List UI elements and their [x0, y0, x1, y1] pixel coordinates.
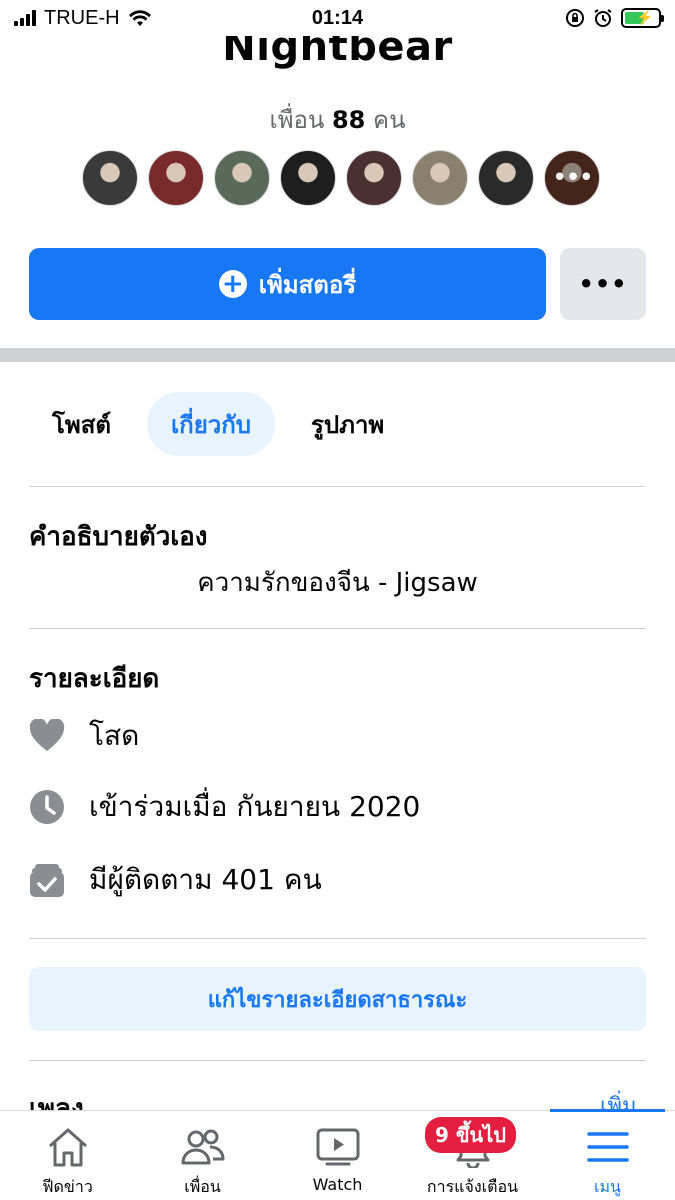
detail-followers[interactable]: มีผู้ติดตาม 401 คน: [29, 858, 322, 902]
followers-text: มีผู้ติดตาม 401 คน: [89, 863, 322, 896]
bio-title: คำอธิบายตัวเอง: [29, 522, 208, 552]
nav-label: การแจ้งเตือน: [426, 1177, 519, 1196]
status-bar: TRUE-H 01:14 ⚡: [0, 0, 675, 36]
bio-text: ความรักของจีน - Jigsaw: [197, 568, 478, 598]
more-options-button[interactable]: •••: [560, 248, 646, 320]
profile-tabs: โพสต์ เกี่ยวกับ รูปภาพ: [28, 392, 408, 456]
alarm-icon: [594, 9, 612, 27]
tab-2[interactable]: รูปภาพ: [287, 392, 408, 456]
notification-badge: 9 ขึ้นไป: [425, 1117, 516, 1153]
friend-avatar[interactable]: [478, 150, 534, 206]
divider: [29, 486, 646, 487]
watch-video-icon: [314, 1125, 362, 1169]
friends-prefix: เพื่อน: [269, 106, 325, 134]
friend-avatar[interactable]: [148, 150, 204, 206]
bottom-nav: ฟีดข่าว เพื่อน Watch 9 ขึ้นไป การแจ้งเตื…: [0, 1109, 675, 1200]
detail-joined: เข้าร่วมเมื่อ กันยายน 2020: [29, 785, 420, 829]
joined-text: เข้าร่วมเมื่อ กันยายน 2020: [89, 790, 421, 823]
friends-icon: [179, 1125, 227, 1169]
section-divider: [0, 348, 675, 362]
add-story-button[interactable]: + เพิ่มสตอรี่: [29, 248, 546, 320]
menu-icon: [584, 1125, 632, 1169]
nav-label: เพื่อน: [184, 1177, 221, 1196]
status-right: ⚡: [565, 8, 664, 28]
friend-avatar[interactable]: •••: [544, 150, 600, 206]
signal-icon: [14, 10, 36, 26]
friends-count[interactable]: เพื่อน 88 คน: [0, 100, 675, 139]
friends-suffix: คน: [373, 106, 406, 134]
relationship-text: โสด: [89, 719, 140, 752]
more-avatars-indicator: •••: [545, 151, 599, 205]
friend-avatars[interactable]: •••: [82, 150, 600, 206]
friend-avatar[interactable]: [412, 150, 468, 206]
status-left: TRUE-H: [14, 7, 152, 30]
friend-avatar[interactable]: [214, 150, 270, 206]
plus-icon: +: [218, 270, 247, 298]
tab-0[interactable]: โพสต์: [28, 392, 135, 456]
battery-icon: ⚡: [621, 8, 664, 28]
friend-avatar[interactable]: [346, 150, 402, 206]
nav-label: Watch: [312, 1175, 363, 1194]
details-title: รายละเอียด: [29, 664, 160, 694]
edit-public-details-button[interactable]: แก้ไขรายละเอียดสาธารณะ: [29, 967, 646, 1031]
detail-relationship: โสด: [29, 714, 139, 758]
friends-number: 88: [331, 106, 366, 134]
clock-icon: [29, 789, 65, 825]
home-icon: [44, 1125, 92, 1169]
divider: [29, 938, 646, 939]
nav-label: ฟีดข่าว: [42, 1177, 93, 1196]
nav-notifications[interactable]: 9 ขึ้นไป การแจ้งเตือน: [405, 1111, 540, 1200]
carrier-label: TRUE-H: [44, 6, 120, 29]
heart-icon: [29, 718, 65, 754]
nav-news-feed[interactable]: ฟีดข่าว: [0, 1111, 135, 1200]
friend-avatar[interactable]: [82, 150, 138, 206]
wifi-icon: [128, 10, 151, 26]
nav-watch[interactable]: Watch: [270, 1111, 405, 1200]
followers-icon: [29, 862, 65, 898]
friend-avatar[interactable]: [280, 150, 336, 206]
divider: [29, 628, 646, 629]
orientation-lock-icon: [566, 9, 584, 27]
nav-label: เมนู: [594, 1177, 621, 1196]
tab-1[interactable]: เกี่ยวกับ: [146, 392, 275, 456]
nav-friends[interactable]: เพื่อน: [135, 1111, 270, 1200]
divider: [29, 1060, 646, 1061]
add-story-label: เพิ่มสตอรี่: [258, 270, 357, 299]
nav-menu[interactable]: เมนู: [540, 1109, 675, 1200]
